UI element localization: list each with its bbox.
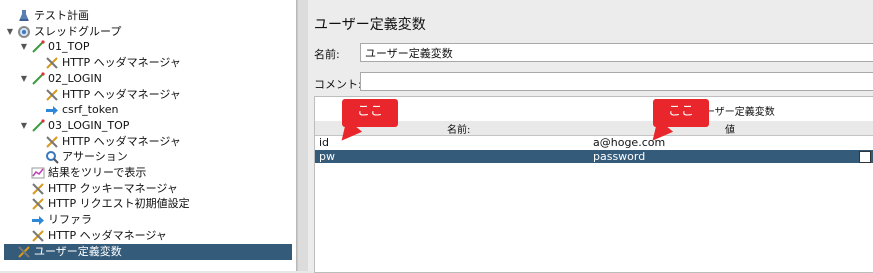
pipette-icon (30, 40, 46, 54)
tools-icon (30, 229, 46, 243)
tree-node[interactable]: csrf_token (32, 102, 118, 118)
tree-node-label: テスト計画 (34, 9, 89, 22)
tree-node[interactable]: リファラ (18, 212, 92, 228)
tree-node-label: csrf_token (62, 103, 119, 117)
tree-node[interactable]: HTTP ヘッダマネージャ (32, 55, 181, 71)
tree-node[interactable]: HTTP ヘッダマネージャ (32, 134, 181, 150)
tree-node-label: HTTP ヘッダマネージャ (62, 134, 181, 148)
tree-node[interactable]: 結果をツリーで表示 (18, 165, 146, 181)
tree-node-label: リファラ (48, 213, 92, 227)
tree-node[interactable]: HTTP リクエスト初期値設定 (18, 196, 190, 212)
tree-node[interactable]: ▼ 03_LOGIN_TOP (18, 118, 129, 134)
tree-node-label: 03_LOGIN_TOP (48, 118, 130, 132)
tools-icon (44, 88, 60, 102)
row-checkbox[interactable] (859, 151, 871, 163)
tree-node-label: HTTP クッキーマネージャ (48, 181, 178, 195)
user-defined-variables-panel: ユーザー定義変数 名前: ユーザー定義変数 コメント: ユーザー定義変数 名前:… (308, 0, 873, 273)
flask-icon (16, 9, 32, 23)
tree-node-label: HTTP ヘッダマネージャ (48, 228, 167, 242)
annotation-callout: ここ (342, 99, 398, 127)
tree-node-label: HTTP ヘッダマネージャ (62, 56, 181, 70)
comment-label: コメント: (314, 78, 362, 91)
tree-node[interactable]: HTTP ヘッダマネージャ (18, 228, 167, 244)
column-header-name[interactable]: 名前: (447, 121, 470, 136)
tree-node-label: 01_TOP (48, 40, 90, 54)
table-header: 名前: 値 (315, 121, 873, 136)
pipette-icon (30, 72, 46, 86)
gear-icon (16, 25, 32, 39)
tree-node-label: HTTP リクエスト初期値設定 (48, 197, 190, 211)
tools-icon (30, 182, 46, 196)
arrow-icon (30, 213, 46, 227)
variable-name-cell[interactable]: id (319, 136, 329, 149)
tree-node-label: 02_LOGIN (48, 71, 102, 85)
magnifier-icon (44, 150, 60, 165)
name-label: 名前: (314, 48, 340, 61)
tree-node[interactable]: アサーション (32, 149, 128, 165)
tree-node[interactable]: HTTP クッキーマネージャ (18, 181, 178, 197)
panel-title: ユーザー定義変数 (314, 17, 426, 33)
tree-node[interactable]: ▼ 02_LOGIN (18, 71, 102, 87)
expand-toggle-icon[interactable]: ▼ (18, 39, 30, 55)
annotation-callout: ここ (653, 99, 709, 127)
tree-node[interactable]: HTTP ヘッダマネージャ (32, 87, 181, 103)
tools-icon (16, 245, 32, 259)
table-row[interactable]: pw password (315, 150, 873, 163)
tree-node-label: スレッドグループ (34, 24, 122, 38)
arrow-icon (44, 103, 60, 117)
tools-icon (44, 135, 60, 149)
tree-node-label: アサーション (62, 150, 128, 164)
variable-value-cell[interactable]: password (593, 150, 645, 163)
comment-field[interactable] (360, 72, 873, 91)
column-header-value[interactable]: 値 (725, 121, 735, 136)
tree-node[interactable]: テスト計画 (4, 8, 89, 24)
test-plan-tree[interactable]: テスト計画 ▼ スレッドグループ ▼ 01_TOP HTTP ヘッダマネージャ ▼ 02_LO… (0, 0, 297, 271)
tools-icon (44, 56, 60, 70)
expand-toggle-icon[interactable]: ▼ (18, 71, 30, 87)
name-field[interactable]: ユーザー定義変数 (360, 43, 873, 62)
tools-icon (30, 197, 46, 211)
tree-node[interactable]: ▼ スレッドグループ (4, 24, 121, 40)
tree-node-label: ユーザー定義変数 (34, 244, 122, 258)
variable-name-cell[interactable]: pw (319, 150, 335, 163)
tree-node-label: 結果をツリーで表示 (48, 166, 147, 179)
chart-icon (30, 166, 46, 180)
tree-node[interactable]: ユーザー定義変数 (4, 243, 292, 260)
expand-toggle-icon[interactable]: ▼ (18, 118, 30, 134)
tree-node-label: HTTP ヘッダマネージャ (62, 87, 181, 101)
expand-toggle-icon[interactable]: ▼ (4, 24, 16, 40)
tree-node[interactable]: ▼ 01_TOP (18, 39, 90, 55)
table-row[interactable]: id a@hoge.com (315, 136, 873, 149)
pipette-icon (30, 119, 46, 133)
